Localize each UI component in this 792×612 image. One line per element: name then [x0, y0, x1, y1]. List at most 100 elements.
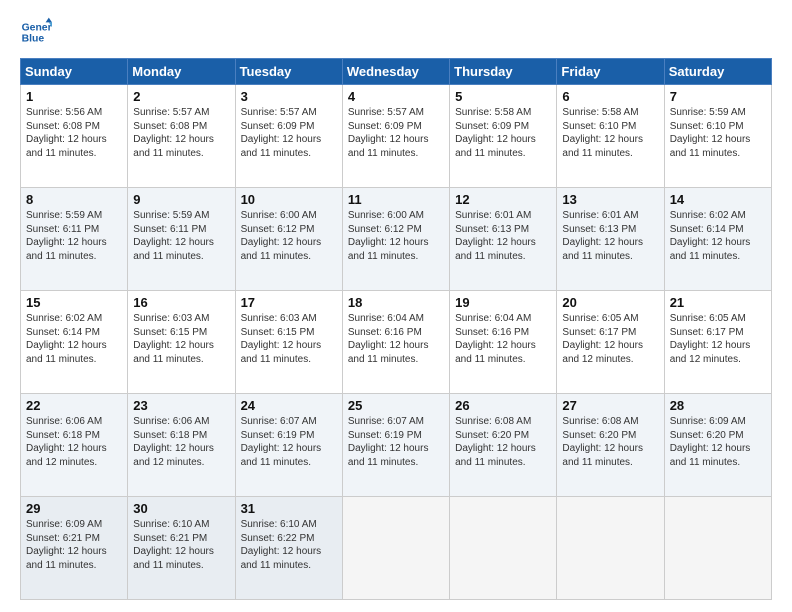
calendar-cell: 22 Sunrise: 6:06 AMSunset: 6:18 PMDaylig… — [21, 394, 128, 497]
day-number: 18 — [348, 295, 444, 310]
cell-info: Sunrise: 6:08 AMSunset: 6:20 PMDaylight:… — [455, 416, 536, 468]
calendar-week-row: 22 Sunrise: 6:06 AMSunset: 6:18 PMDaylig… — [21, 394, 772, 497]
svg-text:General: General — [22, 22, 52, 33]
day-number: 27 — [562, 398, 658, 413]
calendar-table: SundayMondayTuesdayWednesdayThursdayFrid… — [20, 58, 772, 600]
cell-info: Sunrise: 6:03 AMSunset: 6:15 PMDaylight:… — [133, 313, 214, 365]
logo: General Blue — [20, 16, 52, 48]
day-number: 6 — [562, 89, 658, 104]
day-number: 14 — [670, 192, 766, 207]
calendar-cell: 7 Sunrise: 5:59 AMSunset: 6:10 PMDayligh… — [664, 85, 771, 188]
day-number: 21 — [670, 295, 766, 310]
cell-info: Sunrise: 6:00 AMSunset: 6:12 PMDaylight:… — [348, 210, 429, 262]
cell-info: Sunrise: 5:57 AMSunset: 6:08 PMDaylight:… — [133, 107, 214, 159]
day-number: 28 — [670, 398, 766, 413]
cell-info: Sunrise: 6:09 AMSunset: 6:21 PMDaylight:… — [26, 519, 107, 571]
calendar-cell: 25 Sunrise: 6:07 AMSunset: 6:19 PMDaylig… — [342, 394, 449, 497]
dow-header: Monday — [128, 59, 235, 85]
page: General Blue SundayMondayTuesdayWednesda… — [0, 0, 792, 612]
calendar-week-row: 15 Sunrise: 6:02 AMSunset: 6:14 PMDaylig… — [21, 291, 772, 394]
calendar-cell: 12 Sunrise: 6:01 AMSunset: 6:13 PMDaylig… — [450, 188, 557, 291]
calendar-week-row: 1 Sunrise: 5:56 AMSunset: 6:08 PMDayligh… — [21, 85, 772, 188]
cell-info: Sunrise: 6:02 AMSunset: 6:14 PMDaylight:… — [670, 210, 751, 262]
cell-info: Sunrise: 5:58 AMSunset: 6:09 PMDaylight:… — [455, 107, 536, 159]
day-number: 3 — [241, 89, 337, 104]
calendar-cell: 9 Sunrise: 5:59 AMSunset: 6:11 PMDayligh… — [128, 188, 235, 291]
header: General Blue — [20, 16, 772, 48]
calendar-cell: 14 Sunrise: 6:02 AMSunset: 6:14 PMDaylig… — [664, 188, 771, 291]
logo-icon: General Blue — [20, 16, 52, 48]
calendar-cell: 4 Sunrise: 5:57 AMSunset: 6:09 PMDayligh… — [342, 85, 449, 188]
day-number: 8 — [26, 192, 122, 207]
cell-info: Sunrise: 6:04 AMSunset: 6:16 PMDaylight:… — [348, 313, 429, 365]
cell-info: Sunrise: 5:59 AMSunset: 6:10 PMDaylight:… — [670, 107, 751, 159]
cell-info: Sunrise: 6:07 AMSunset: 6:19 PMDaylight:… — [241, 416, 322, 468]
calendar-cell: 10 Sunrise: 6:00 AMSunset: 6:12 PMDaylig… — [235, 188, 342, 291]
day-number: 23 — [133, 398, 229, 413]
day-number: 31 — [241, 501, 337, 516]
calendar-cell: 31 Sunrise: 6:10 AMSunset: 6:22 PMDaylig… — [235, 497, 342, 600]
calendar-week-row: 29 Sunrise: 6:09 AMSunset: 6:21 PMDaylig… — [21, 497, 772, 600]
calendar-cell — [342, 497, 449, 600]
dow-header: Saturday — [664, 59, 771, 85]
cell-info: Sunrise: 6:06 AMSunset: 6:18 PMDaylight:… — [133, 416, 214, 468]
calendar-cell: 18 Sunrise: 6:04 AMSunset: 6:16 PMDaylig… — [342, 291, 449, 394]
cell-info: Sunrise: 6:10 AMSunset: 6:22 PMDaylight:… — [241, 519, 322, 571]
cell-info: Sunrise: 6:00 AMSunset: 6:12 PMDaylight:… — [241, 210, 322, 262]
day-number: 16 — [133, 295, 229, 310]
calendar-cell — [557, 497, 664, 600]
dow-header: Thursday — [450, 59, 557, 85]
calendar-cell: 2 Sunrise: 5:57 AMSunset: 6:08 PMDayligh… — [128, 85, 235, 188]
day-number: 1 — [26, 89, 122, 104]
calendar-body: 1 Sunrise: 5:56 AMSunset: 6:08 PMDayligh… — [21, 85, 772, 600]
cell-info: Sunrise: 5:56 AMSunset: 6:08 PMDaylight:… — [26, 107, 107, 159]
dow-header: Tuesday — [235, 59, 342, 85]
cell-info: Sunrise: 6:01 AMSunset: 6:13 PMDaylight:… — [562, 210, 643, 262]
calendar-cell: 26 Sunrise: 6:08 AMSunset: 6:20 PMDaylig… — [450, 394, 557, 497]
calendar-cell: 5 Sunrise: 5:58 AMSunset: 6:09 PMDayligh… — [450, 85, 557, 188]
calendar-cell: 19 Sunrise: 6:04 AMSunset: 6:16 PMDaylig… — [450, 291, 557, 394]
calendar-cell: 29 Sunrise: 6:09 AMSunset: 6:21 PMDaylig… — [21, 497, 128, 600]
day-number: 29 — [26, 501, 122, 516]
calendar-cell: 21 Sunrise: 6:05 AMSunset: 6:17 PMDaylig… — [664, 291, 771, 394]
day-number: 25 — [348, 398, 444, 413]
day-number: 17 — [241, 295, 337, 310]
cell-info: Sunrise: 6:08 AMSunset: 6:20 PMDaylight:… — [562, 416, 643, 468]
calendar-week-row: 8 Sunrise: 5:59 AMSunset: 6:11 PMDayligh… — [21, 188, 772, 291]
day-number: 24 — [241, 398, 337, 413]
day-number: 22 — [26, 398, 122, 413]
calendar-cell: 11 Sunrise: 6:00 AMSunset: 6:12 PMDaylig… — [342, 188, 449, 291]
calendar-cell: 3 Sunrise: 5:57 AMSunset: 6:09 PMDayligh… — [235, 85, 342, 188]
cell-info: Sunrise: 6:03 AMSunset: 6:15 PMDaylight:… — [241, 313, 322, 365]
day-number: 13 — [562, 192, 658, 207]
day-number: 20 — [562, 295, 658, 310]
calendar-cell: 16 Sunrise: 6:03 AMSunset: 6:15 PMDaylig… — [128, 291, 235, 394]
day-number: 11 — [348, 192, 444, 207]
calendar-cell: 6 Sunrise: 5:58 AMSunset: 6:10 PMDayligh… — [557, 85, 664, 188]
calendar-cell: 23 Sunrise: 6:06 AMSunset: 6:18 PMDaylig… — [128, 394, 235, 497]
cell-info: Sunrise: 6:06 AMSunset: 6:18 PMDaylight:… — [26, 416, 107, 468]
dow-header: Wednesday — [342, 59, 449, 85]
cell-info: Sunrise: 6:01 AMSunset: 6:13 PMDaylight:… — [455, 210, 536, 262]
cell-info: Sunrise: 5:58 AMSunset: 6:10 PMDaylight:… — [562, 107, 643, 159]
cell-info: Sunrise: 5:57 AMSunset: 6:09 PMDaylight:… — [241, 107, 322, 159]
svg-text:Blue: Blue — [22, 34, 45, 45]
day-number: 4 — [348, 89, 444, 104]
cell-info: Sunrise: 6:05 AMSunset: 6:17 PMDaylight:… — [562, 313, 643, 365]
day-number: 7 — [670, 89, 766, 104]
calendar-cell — [450, 497, 557, 600]
day-number: 12 — [455, 192, 551, 207]
cell-info: Sunrise: 6:02 AMSunset: 6:14 PMDaylight:… — [26, 313, 107, 365]
day-number: 26 — [455, 398, 551, 413]
calendar-cell: 8 Sunrise: 5:59 AMSunset: 6:11 PMDayligh… — [21, 188, 128, 291]
calendar-cell: 27 Sunrise: 6:08 AMSunset: 6:20 PMDaylig… — [557, 394, 664, 497]
day-number: 5 — [455, 89, 551, 104]
cell-info: Sunrise: 5:59 AMSunset: 6:11 PMDaylight:… — [26, 210, 107, 262]
day-of-week-row: SundayMondayTuesdayWednesdayThursdayFrid… — [21, 59, 772, 85]
calendar-cell: 24 Sunrise: 6:07 AMSunset: 6:19 PMDaylig… — [235, 394, 342, 497]
cell-info: Sunrise: 6:09 AMSunset: 6:20 PMDaylight:… — [670, 416, 751, 468]
cell-info: Sunrise: 6:07 AMSunset: 6:19 PMDaylight:… — [348, 416, 429, 468]
calendar-cell — [664, 497, 771, 600]
cell-info: Sunrise: 5:57 AMSunset: 6:09 PMDaylight:… — [348, 107, 429, 159]
calendar-cell: 30 Sunrise: 6:10 AMSunset: 6:21 PMDaylig… — [128, 497, 235, 600]
